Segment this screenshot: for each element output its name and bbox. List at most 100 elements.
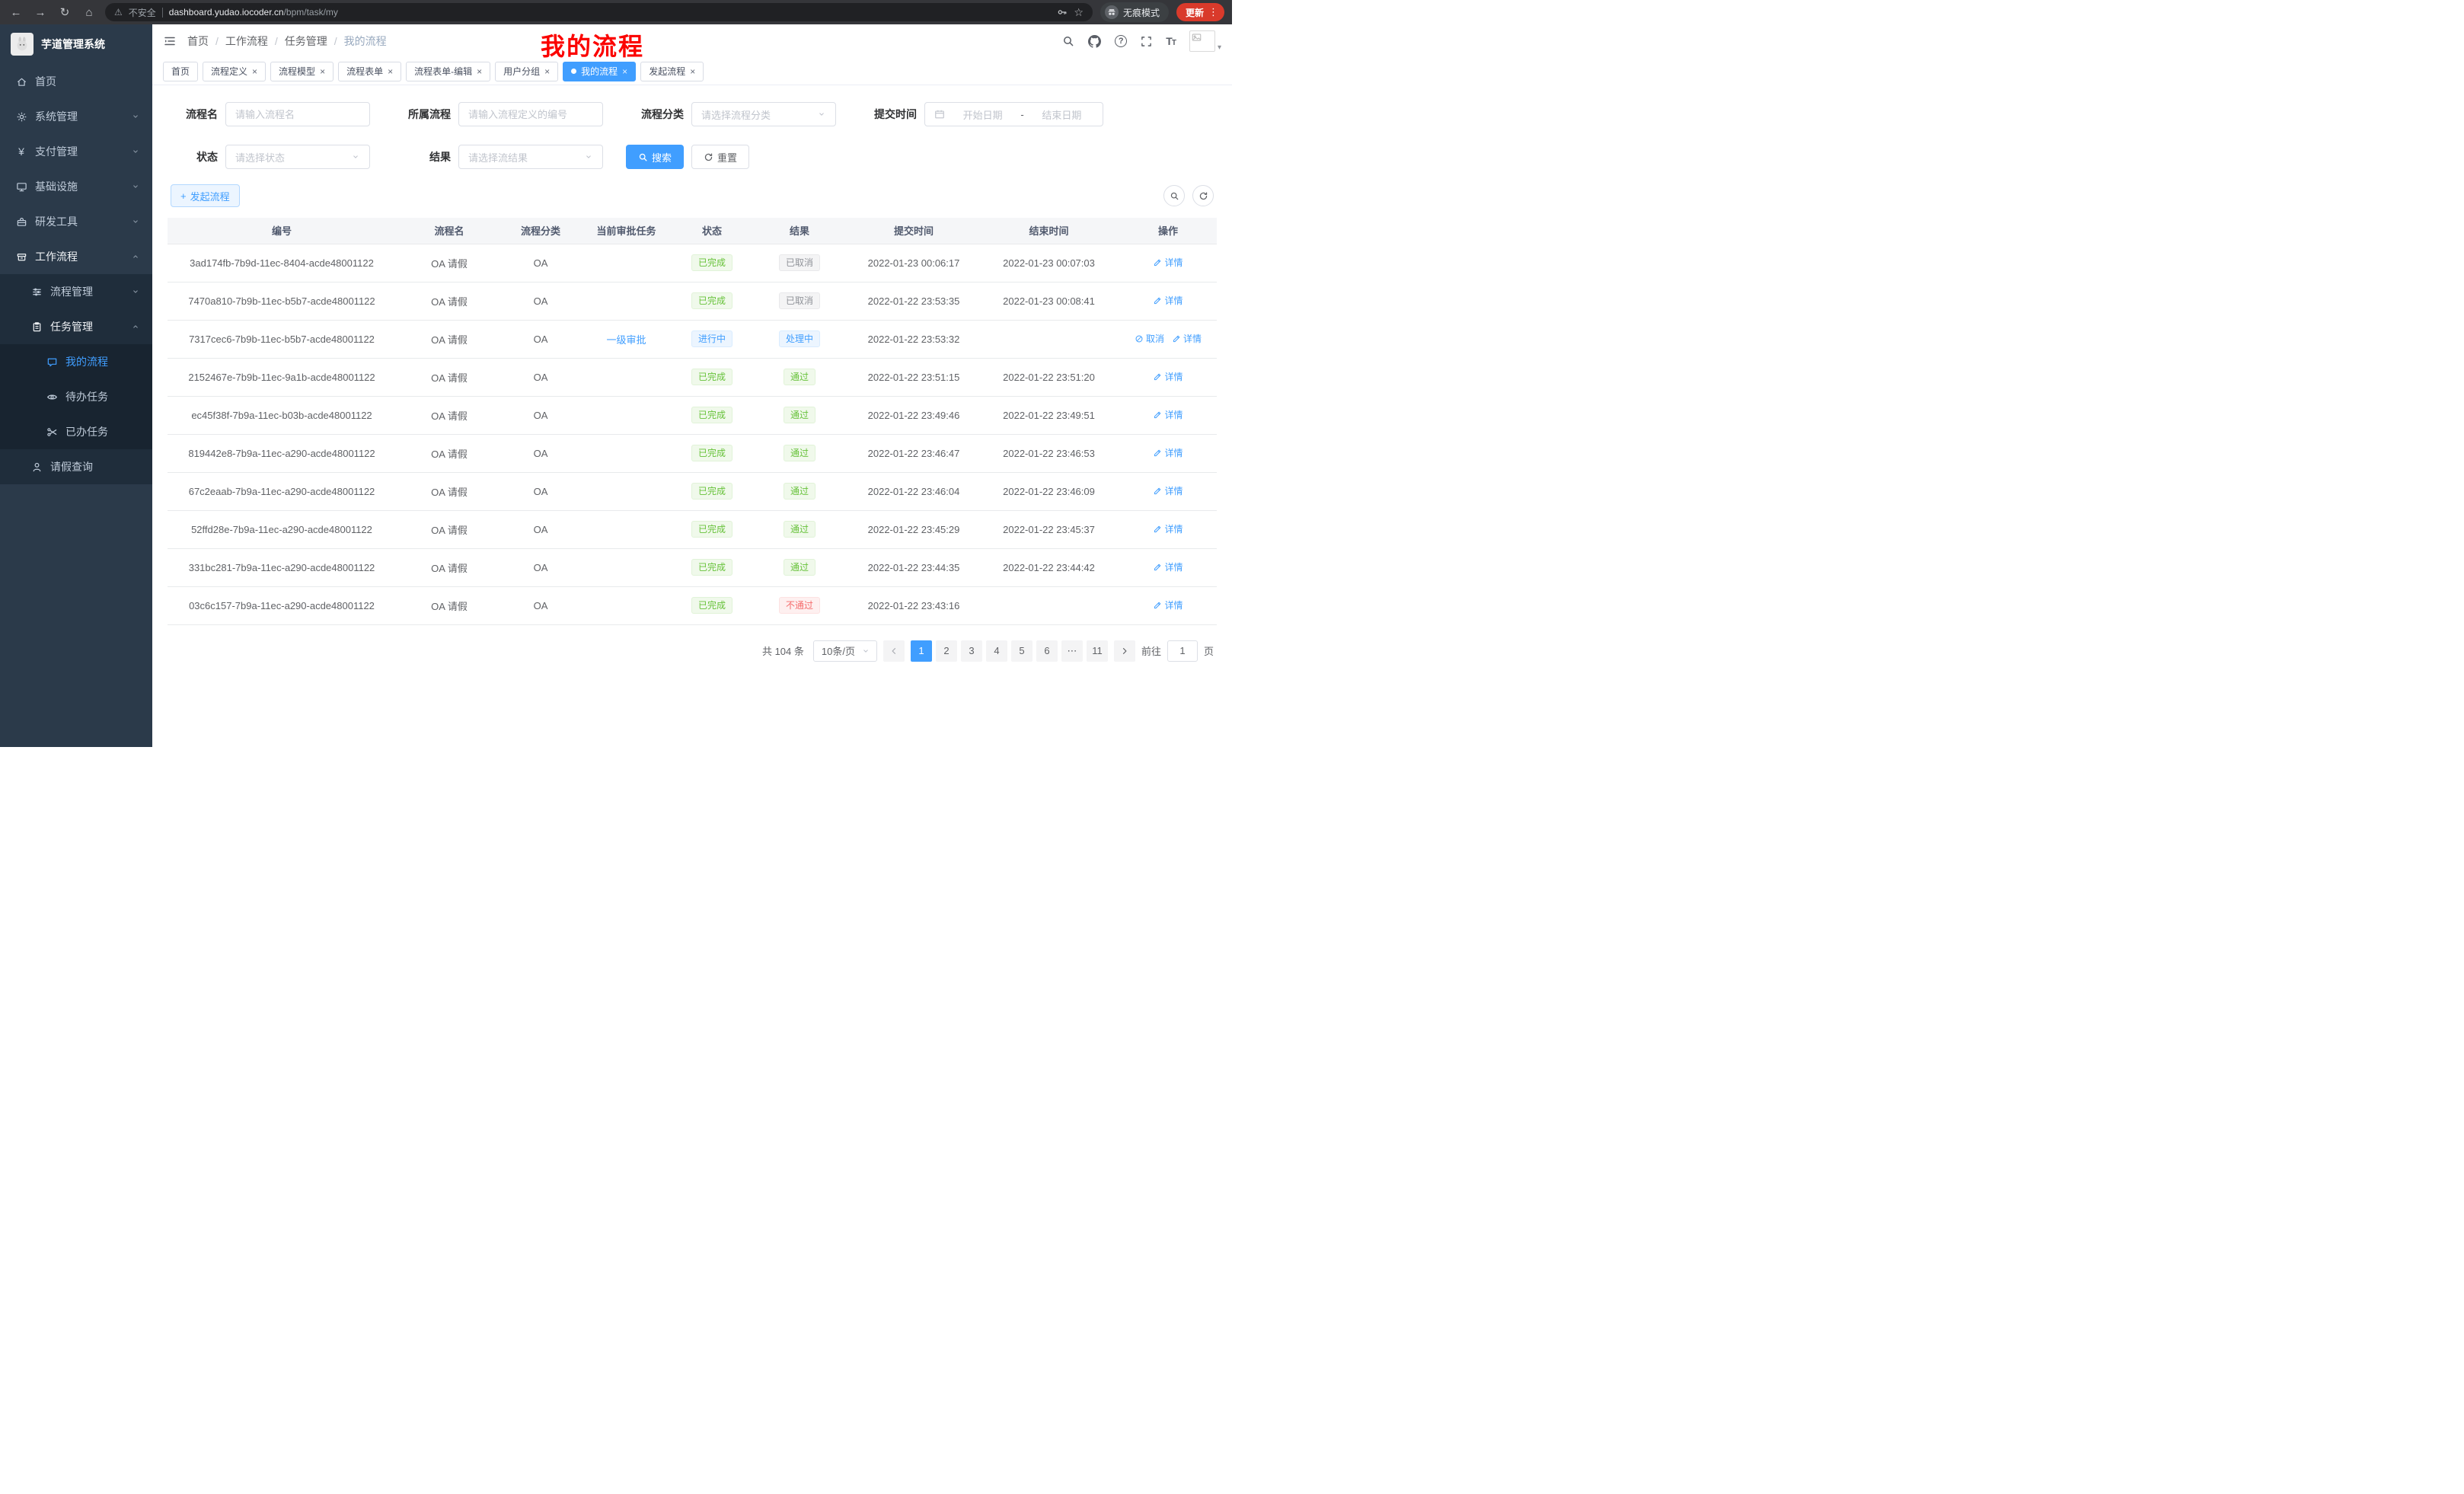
- pages-ellipsis[interactable]: ⋯: [1061, 640, 1083, 662]
- sidebar-item-system[interactable]: 系统管理: [0, 99, 152, 134]
- browser-forward-icon[interactable]: →: [32, 6, 49, 19]
- sidebar-item-done-tasks[interactable]: 已办任务: [0, 414, 152, 449]
- detail-action-link[interactable]: 详情: [1153, 560, 1183, 573]
- column-header: 提交时间: [849, 218, 978, 244]
- security-label[interactable]: 不安全: [129, 6, 156, 19]
- fullscreen-icon[interactable]: [1141, 36, 1152, 47]
- status-badge: 已完成: [691, 483, 732, 500]
- start-process-button[interactable]: + 发起流程: [171, 184, 240, 207]
- detail-action-link[interactable]: 详情: [1153, 408, 1183, 421]
- font-size-icon[interactable]: TT: [1166, 35, 1176, 47]
- page-button-3[interactable]: 3: [961, 640, 982, 662]
- category-select[interactable]: 请选择流程分类: [691, 102, 836, 126]
- browser-reload-icon[interactable]: ↻: [56, 5, 73, 19]
- submit-time-range-picker[interactable]: 开始日期 - 结束日期: [924, 102, 1103, 126]
- detail-action-link[interactable]: 详情: [1153, 522, 1183, 535]
- status-badge: 已完成: [691, 292, 732, 309]
- page-size-select[interactable]: 10条/页: [813, 640, 877, 662]
- detail-action-link[interactable]: 详情: [1153, 294, 1183, 307]
- tab-2[interactable]: 流程模型×: [270, 62, 334, 81]
- page-button-2[interactable]: 2: [936, 640, 957, 662]
- detail-action-link[interactable]: 详情: [1153, 370, 1183, 383]
- process-name-input[interactable]: [225, 102, 370, 126]
- sidebar-item-devtools[interactable]: 研发工具: [0, 204, 152, 239]
- prev-page-button[interactable]: [883, 640, 905, 662]
- sidebar-item-my-process[interactable]: 我的流程: [0, 344, 152, 379]
- tab-4[interactable]: 流程表单-编辑×: [406, 62, 490, 81]
- page-button-5[interactable]: 5: [1011, 640, 1033, 662]
- page-button-6[interactable]: 6: [1036, 640, 1058, 662]
- url-bar[interactable]: ⚠ 不安全 dashboard.yudao.iocoder.cn/bpm/tas…: [105, 3, 1093, 21]
- sidebar-item-process-management[interactable]: 流程管理: [0, 274, 152, 309]
- current-task-link[interactable]: 一级审批: [606, 334, 646, 346]
- next-page-button[interactable]: [1114, 640, 1135, 662]
- tab-3[interactable]: 流程表单×: [338, 62, 401, 81]
- search-button[interactable]: 搜索: [626, 145, 684, 169]
- cell-end-time: 2022-01-22 23:46:09: [978, 472, 1119, 510]
- sidebar-item-workflow[interactable]: 工作流程: [0, 239, 152, 274]
- status-badge: 已完成: [691, 254, 732, 271]
- avatar[interactable]: [1189, 30, 1215, 52]
- tab-close-icon[interactable]: ×: [252, 67, 257, 76]
- detail-action-link[interactable]: 详情: [1153, 256, 1183, 269]
- tab-close-icon[interactable]: ×: [544, 67, 550, 76]
- start-date-placeholder[interactable]: 开始日期: [951, 107, 1014, 122]
- tab-7[interactable]: 发起流程×: [640, 62, 704, 81]
- status-badge: 已完成: [691, 597, 732, 614]
- refresh-table-button[interactable]: [1192, 185, 1214, 206]
- detail-action-link[interactable]: 详情: [1153, 446, 1183, 459]
- sidebar-item-infrastructure[interactable]: 基础设施: [0, 169, 152, 204]
- detail-action-link[interactable]: 详情: [1172, 332, 1202, 345]
- cancel-action-link[interactable]: 取消: [1135, 332, 1164, 345]
- tab-close-icon[interactable]: ×: [477, 67, 482, 76]
- tab-label: 我的流程: [581, 65, 618, 78]
- search-icon[interactable]: [1062, 35, 1074, 47]
- sidebar-item-home[interactable]: 首页: [0, 64, 152, 99]
- sidebar-item-payment[interactable]: ¥ 支付管理: [0, 134, 152, 169]
- page-button-4[interactable]: 4: [986, 640, 1007, 662]
- cell-process-name: OA 请假: [396, 586, 503, 624]
- scissors-icon: [46, 426, 58, 438]
- browser-back-icon[interactable]: ←: [8, 6, 24, 19]
- page-button-11[interactable]: 11: [1087, 640, 1108, 662]
- tab-1[interactable]: 流程定义×: [203, 62, 266, 81]
- breadcrumb-home[interactable]: 首页: [187, 34, 209, 49]
- browser-menu-icon[interactable]: ⋮: [1208, 6, 1218, 18]
- owner-process-input[interactable]: [458, 102, 603, 126]
- bookmark-star-icon[interactable]: ☆: [1074, 6, 1084, 19]
- github-icon[interactable]: [1088, 35, 1101, 48]
- user-menu[interactable]: ▾: [1189, 30, 1221, 52]
- key-icon[interactable]: [1057, 7, 1068, 18]
- cell-process-category: OA: [503, 510, 579, 548]
- tab-close-icon[interactable]: ×: [388, 67, 393, 76]
- cell-process-id: 331bc281-7b9a-11ec-a290-acde48001122: [168, 548, 396, 586]
- tab-close-icon[interactable]: ×: [320, 67, 325, 76]
- sidebar-item-leave-query[interactable]: 请假查询: [0, 449, 152, 484]
- detail-action-link[interactable]: 详情: [1153, 484, 1183, 497]
- breadcrumb-separator: /: [275, 35, 278, 47]
- breadcrumb-task-management[interactable]: 任务管理: [285, 34, 327, 49]
- sidebar-item-task-management[interactable]: 任务管理: [0, 309, 152, 344]
- reset-button[interactable]: 重置: [691, 145, 749, 169]
- result-select[interactable]: 请选择流结果: [458, 145, 603, 169]
- detail-action-link[interactable]: 详情: [1153, 599, 1183, 611]
- tab-close-icon[interactable]: ×: [690, 67, 695, 76]
- update-button[interactable]: 更新 ⋮: [1176, 3, 1224, 21]
- url-text[interactable]: dashboard.yudao.iocoder.cn/bpm/task/my: [169, 7, 338, 18]
- sidebar-collapse-icon[interactable]: [163, 34, 177, 48]
- sidebar-item-todo-tasks[interactable]: 待办任务: [0, 379, 152, 414]
- breadcrumb-workflow[interactable]: 工作流程: [225, 34, 268, 49]
- cell-actions: 详情: [1119, 358, 1217, 396]
- page-button-1[interactable]: 1: [911, 640, 932, 662]
- browser-home-icon[interactable]: ⌂: [81, 6, 97, 19]
- help-icon[interactable]: ?: [1115, 35, 1127, 47]
- tab-close-icon[interactable]: ×: [622, 67, 627, 76]
- goto-page-input[interactable]: [1167, 640, 1198, 662]
- toggle-search-button[interactable]: [1163, 185, 1185, 206]
- end-date-placeholder[interactable]: 结束日期: [1030, 107, 1093, 122]
- gear-icon: [15, 111, 27, 123]
- status-select[interactable]: 请选择状态: [225, 145, 370, 169]
- tab-5[interactable]: 用户分组×: [495, 62, 558, 81]
- tab-6[interactable]: 我的流程 ×: [563, 62, 636, 81]
- tab-0[interactable]: 首页: [163, 62, 198, 81]
